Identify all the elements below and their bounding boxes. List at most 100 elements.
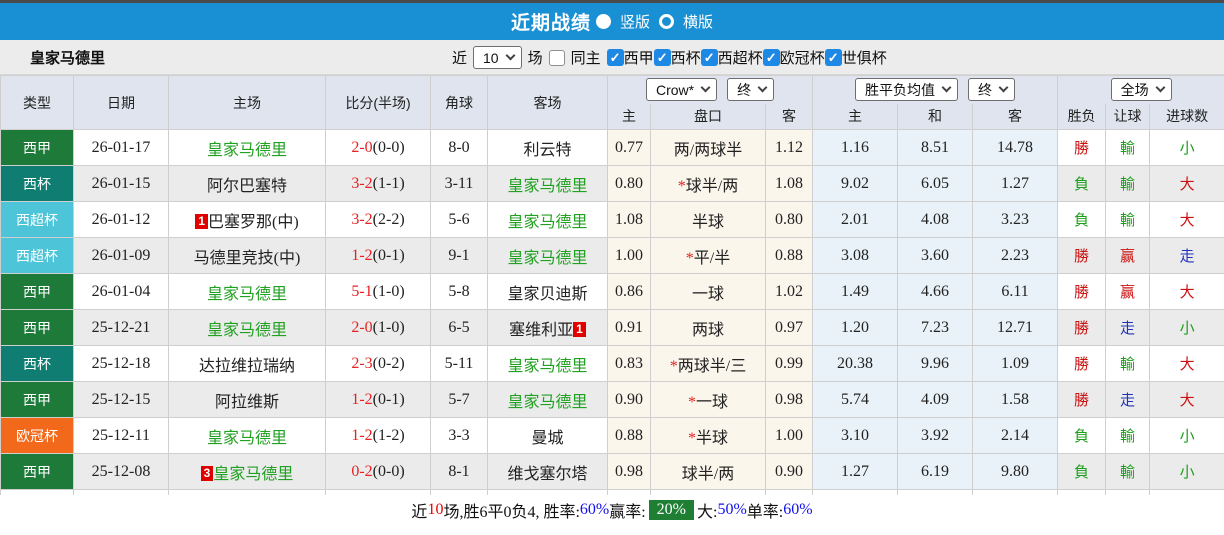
summary-segment: 场,胜6平0负4, 胜率:: [443, 503, 580, 521]
result-handicap: 赢: [1105, 237, 1151, 274]
same-home-checkbox[interactable]: [548, 49, 565, 66]
mean-away: 12.71: [972, 309, 1059, 346]
away-team: 皇家马德里: [487, 237, 608, 274]
radio-horizontal-label[interactable]: 横版: [683, 11, 713, 32]
result-goals: 小: [1149, 453, 1224, 490]
handicap-line: 半球: [650, 201, 766, 238]
mean-home: 3.10: [812, 417, 899, 454]
league-checkbox-西杯[interactable]: ✓: [653, 49, 671, 66]
crow-home-odds: 0.88: [607, 417, 651, 454]
home-team: 阿尔巴塞特: [168, 165, 326, 202]
table-row: 西甲 25-12-08 3 皇家马德里 0-2(0-0) 8-1 维戈塞尔塔 0.98 球半/两…: [0, 453, 1224, 490]
card-badge: 3: [200, 465, 214, 481]
handicap-line: 球半/两: [650, 453, 766, 490]
chevron-down-icon: [700, 82, 711, 93]
mean-home: 5.74: [812, 381, 899, 418]
match-type: 西杯: [0, 165, 74, 202]
summary-segment: 大:: [697, 503, 718, 521]
result-goals: 大: [1149, 381, 1224, 418]
result-wdl: 負: [1057, 165, 1107, 202]
result-wdl: 勝: [1057, 345, 1107, 382]
near-label: 近: [452, 50, 468, 67]
col-score: 比分(半场): [325, 75, 431, 130]
match-date: 26-01-04: [73, 273, 169, 310]
result-handicap: 輸: [1105, 165, 1151, 202]
match-date: 25-12-11: [73, 417, 169, 454]
result-handicap: 走: [1105, 381, 1151, 418]
radio-vertical-label[interactable]: 竖版: [620, 11, 650, 32]
home-team: 达拉维拉瑞纳: [168, 345, 326, 382]
score: 2-3(0-2): [325, 345, 431, 382]
league-label[interactable]: 西超杯: [718, 47, 763, 68]
home-team: 皇家马德里: [168, 129, 326, 166]
score: 5-1(1-0): [325, 273, 431, 310]
crow-away-odds: 1.12: [764, 129, 814, 166]
league-label[interactable]: 西甲: [624, 47, 654, 68]
match-date: 25-12-18: [73, 345, 169, 382]
bookmaker-select[interactable]: Crow*: [645, 78, 718, 102]
away-team: 皇家马德里: [487, 345, 608, 382]
fulltime-select[interactable]: 全场: [1110, 78, 1172, 102]
home-team: 3 皇家马德里: [168, 453, 326, 490]
home-team: 阿拉维斯: [168, 381, 326, 418]
handicap-line: *平/半: [650, 237, 766, 274]
mean-away: 2.14: [972, 417, 1059, 454]
result-wdl: 勝: [1057, 273, 1107, 310]
result-wdl: 勝: [1057, 381, 1107, 418]
result-goals: 大: [1149, 345, 1224, 382]
result-wdl: 勝: [1057, 129, 1107, 166]
table-row: 西杯 26-01-15 阿尔巴塞特 3-2(1-1) 3-11 皇家马德里 0.80 *球半/…: [0, 165, 1224, 202]
card-badge: 1: [195, 213, 208, 229]
mean-draw: 9.96: [897, 345, 974, 382]
col-result-goals: 进球数: [1149, 103, 1224, 130]
mean-home: 1.49: [812, 273, 899, 310]
crow-away-odds: 0.88: [764, 237, 814, 274]
table-row: 西杯 25-12-18 达拉维拉瑞纳 2-3(0-2) 5-11 皇家马德里 0.83 *两球…: [0, 345, 1224, 382]
league-label[interactable]: 世俱杯: [842, 47, 887, 68]
table-row: 欧冠杯 25-12-11 皇家马德里 1-2(1-2) 3-3 曼城 0.88 *半球 1.00…: [0, 417, 1224, 454]
team-name: 皇家马德里: [30, 49, 106, 67]
league-label[interactable]: 西杯: [671, 47, 701, 68]
radio-vertical-selected[interactable]: [595, 14, 611, 29]
wdl-mean-select[interactable]: 胜平负均值: [855, 78, 959, 102]
league-checkbox-西超杯[interactable]: ✓: [700, 49, 718, 66]
wdl-stage-select[interactable]: 终: [968, 78, 1016, 102]
matches-label: 场: [527, 50, 543, 67]
score: 2-0(1-0): [325, 309, 431, 346]
same-home-label[interactable]: 同主: [571, 47, 601, 68]
result-handicap: 輸: [1105, 129, 1151, 166]
col-mean-away: 客: [972, 103, 1059, 130]
league-checkbox-欧冠杯[interactable]: ✓: [762, 49, 780, 66]
crow-away-odds: 1.02: [764, 273, 814, 310]
col-crow-home: 主: [607, 103, 651, 130]
col-date: 日期: [73, 75, 169, 130]
summary-segment: 60%: [579, 500, 610, 518]
corners: 5-7: [430, 381, 488, 418]
mean-away: 9.80: [972, 453, 1059, 490]
radio-horizontal[interactable]: [659, 14, 674, 29]
league-checkbox-西甲[interactable]: ✓: [606, 49, 624, 66]
corners: 9-1: [430, 237, 488, 274]
table-row: 西甲 25-12-21 皇家马德里 2-0(1-0) 6-5 塞维利亚 1 0.91 两球 0.9…: [0, 309, 1224, 346]
col-mean-draw: 和: [897, 103, 974, 130]
chevron-down-icon: [757, 82, 768, 93]
col-result-wdl: 胜负: [1057, 103, 1107, 130]
match-type: 西超杯: [0, 201, 74, 238]
mean-away: 1.09: [972, 345, 1059, 382]
league-checkbox-世俱杯[interactable]: ✓: [824, 49, 842, 66]
result-handicap: 赢: [1105, 273, 1151, 310]
mean-home: 2.01: [812, 201, 899, 238]
crow-home-odds: 1.00: [607, 237, 651, 274]
summary-segment: 60%: [783, 500, 813, 518]
league-label[interactable]: 欧冠杯: [780, 47, 825, 68]
mean-away: 1.27: [972, 165, 1059, 202]
score: 1-2(1-2): [325, 417, 431, 454]
match-count-select[interactable]: 10: [473, 46, 522, 69]
away-team: 塞维利亚 1: [487, 309, 608, 346]
crow-away-odds: 0.99: [764, 345, 814, 382]
corners: 8-0: [430, 129, 488, 166]
mean-away: 1.58: [972, 381, 1059, 418]
crow-home-odds: 1.08: [607, 201, 651, 238]
crow-stage-select[interactable]: 终: [727, 78, 775, 102]
corners: 5-8: [430, 273, 488, 310]
